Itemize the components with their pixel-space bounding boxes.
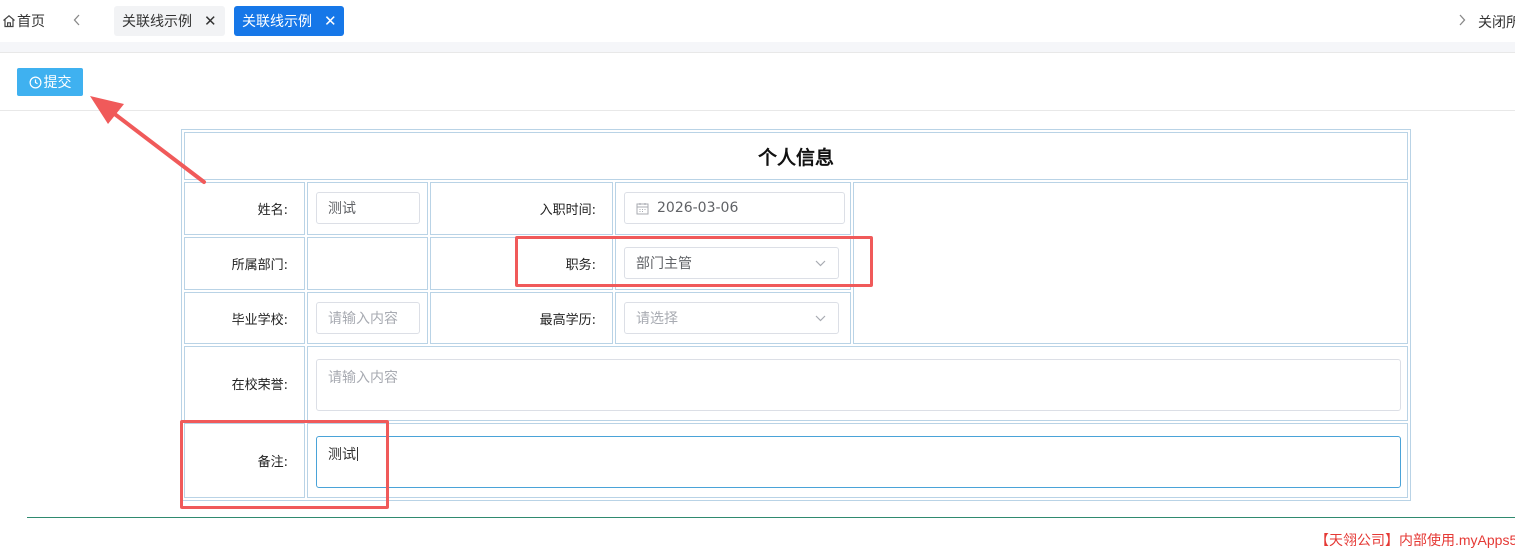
education-placeholder: 请选择 [636,311,678,327]
school-input-cell: 请输入内容 [307,292,428,344]
chevron-right-icon[interactable] [1453,10,1471,30]
honors-textarea[interactable]: 请输入内容 [316,359,1401,411]
entry-date-value: 2026-03-06 [657,200,739,216]
department-label: 所属部门: [231,258,288,273]
department-label-cell: 所属部门: [184,237,305,290]
school-label-cell: 毕业学校: [184,292,305,344]
name-label: 姓名: [257,203,288,218]
honors-label-cell: 在校荣誉: [184,346,305,421]
form-title: 个人信息 [757,146,834,169]
honors-input-cell: 请输入内容 [307,346,1408,421]
school-placeholder: 请输入内容 [328,311,398,327]
education-label: 最高学历: [539,312,596,328]
honors-label: 在校荣誉: [231,378,288,393]
entry-date-label: 入职时间: [539,203,596,218]
name-input-cell: 测试 [307,182,428,235]
calendar-icon [636,202,649,214]
close-all-button[interactable]: 关闭所 [1478,12,1515,32]
name-input[interactable]: 测试 [316,192,420,224]
close-icon[interactable]: ✕ [324,13,337,29]
form-title-cell: 个人信息 [184,132,1408,180]
entry-date-label-cell: 入职时间: [430,182,613,235]
honors-placeholder: 请输入内容 [328,370,398,386]
school-input[interactable]: 请输入内容 [316,302,420,334]
education-select[interactable]: 请选择 [624,302,839,334]
highlight-remark-box [180,420,389,509]
entry-date-picker[interactable]: 2026-03-06 [624,192,845,224]
footer-divider [27,517,1515,518]
highlight-position-box [515,236,873,287]
education-select-cell: 请选择 [615,292,851,344]
empty-cell [853,182,1408,344]
education-label-cell: 最高学历: [430,292,613,344]
footer-text: 【天翎公司】内部使用.myApps5 [1315,532,1515,548]
name-value: 测试 [328,201,356,217]
school-label: 毕业学校: [231,312,288,328]
arrow-annotation [90,96,206,184]
department-value-cell [307,237,428,290]
remark-textarea[interactable]: 测试 [316,436,1401,488]
remark-input-cell: 测试 [307,423,1408,498]
entry-date-input-cell: 2026-03-06 [615,182,851,235]
chevron-down-icon [815,315,826,322]
